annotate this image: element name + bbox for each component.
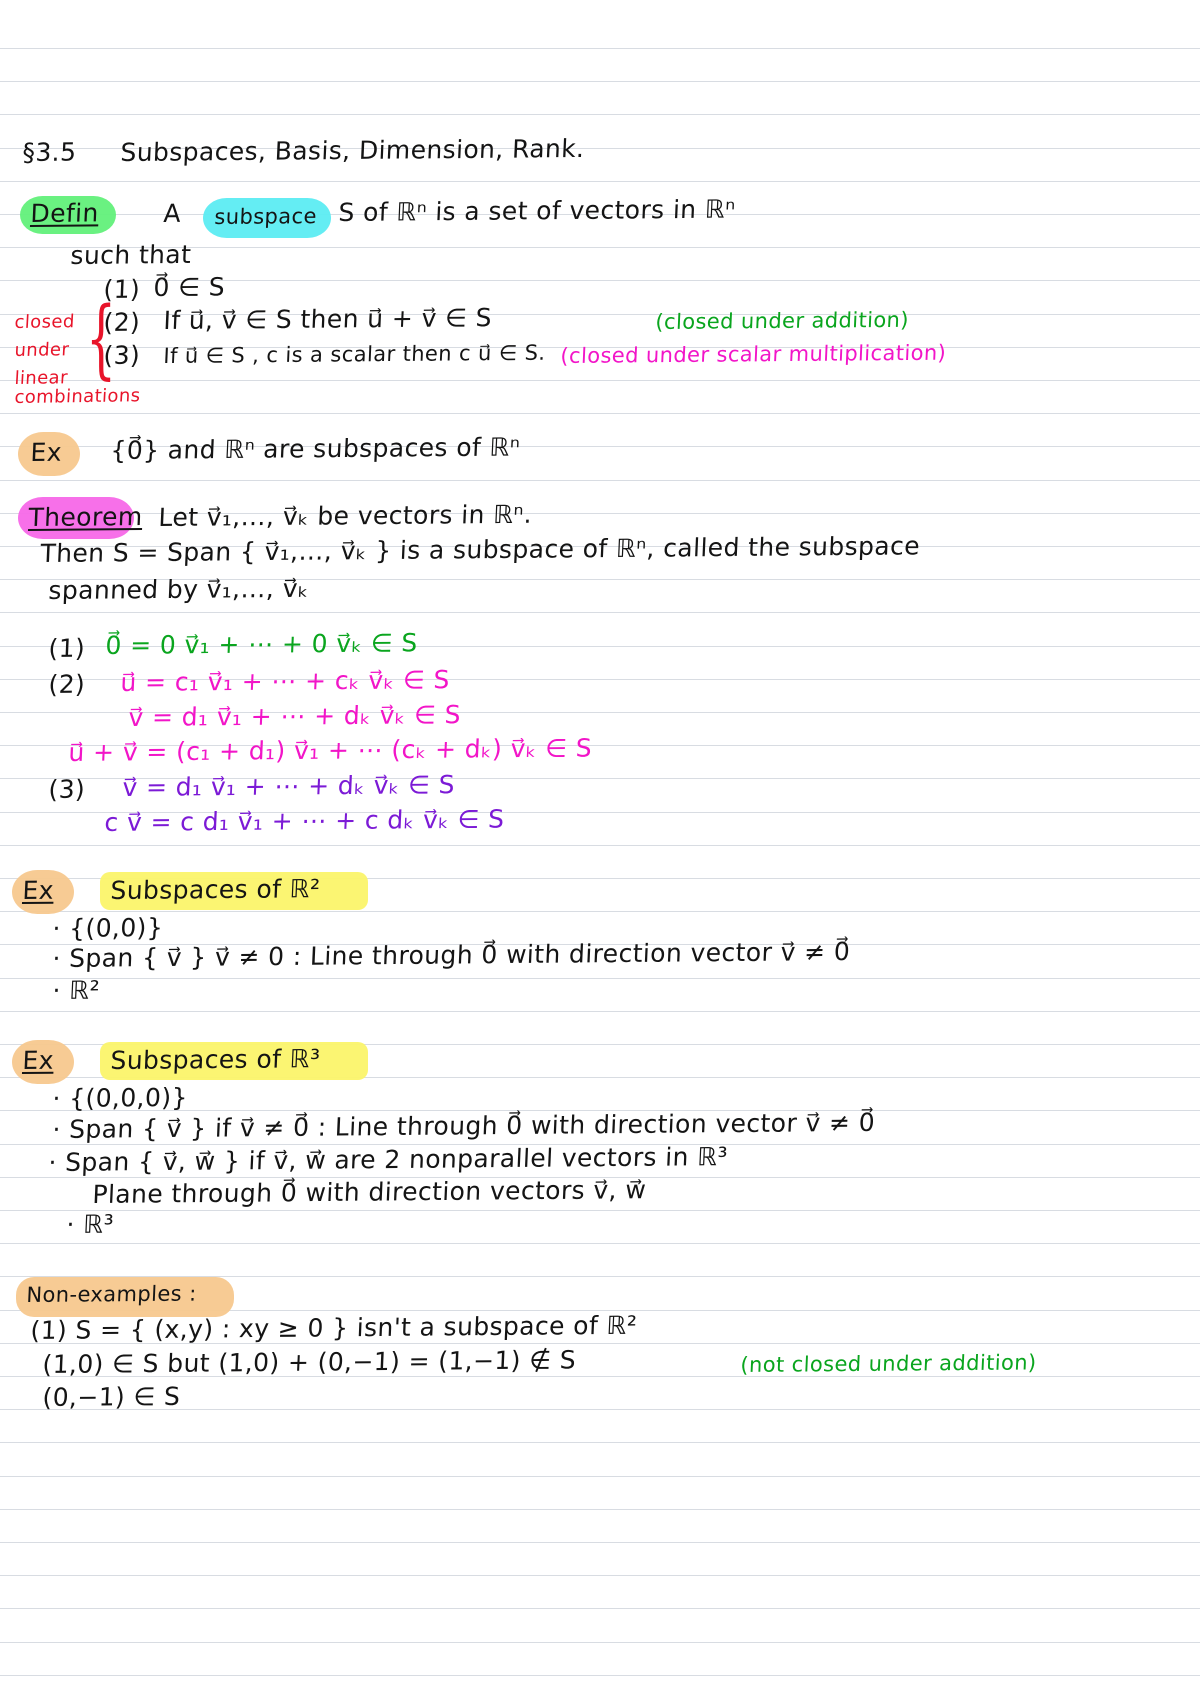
proof-2-number: (2) [47,669,86,700]
theorem-line3: spanned by v⃗₁,…, v⃗ₖ [47,573,310,606]
page-title: Subspaces, Basis, Dimension, Rank. [119,133,586,168]
bullet-dot: · [51,1083,70,1114]
rule-line [0,911,1200,912]
example-r3-label: Ex [21,1045,55,1076]
condition-2-text: If u⃗, v⃗ ∈ S then u⃗ + v⃗ ∈ S [162,303,493,336]
margin-note-line-2: under [13,339,70,362]
condition-3-text: If u⃗ ∈ S , c is a scalar then c u⃗ ∈ S. [162,340,546,369]
example-r3-bullet-4: Plane through 0⃗ with direction vectors … [91,1175,647,1210]
subspace-keyword: subspace [213,204,318,230]
non-examples-line-3: (0,−1) ∈ S [41,1381,181,1413]
proof-1-line-1: 0⃗ = 0 v⃗₁ + ⋯ + 0 v⃗ₖ ∈ S [104,628,419,661]
bullet-text: Span { v⃗ } v⃗ ≠ 0 : Line through 0⃗ wit… [68,937,851,973]
example-r2-bullet-3: · ℝ² [51,975,101,1006]
rule-line [0,1243,1200,1244]
example-r2-bullet-1: · {(0,0)} [51,913,164,944]
example-r3-heading: Subspaces of ℝ³ [109,1044,321,1076]
proof-3-line-2: c v⃗ = c d₁ v⃗₁ + ⋯ + c dₖ v⃗ₖ ∈ S [103,804,506,838]
bullet-text: {(0,0)} [68,913,164,943]
rule-line [0,1011,1200,1012]
bullet-dot: · [51,943,70,974]
rule-line [0,845,1200,846]
proof-3-number: (3) [47,774,86,805]
definition-line2: such that [69,239,192,271]
definition-line1-before: A [162,198,182,229]
rule-line [0,181,1200,182]
condition-2-note: (closed under addition) [654,307,910,335]
rule-line [0,413,1200,414]
example-r2-bullet-2: · Span { v⃗ } v⃗ ≠ 0 : Line through 0⃗ w… [51,937,851,974]
rule-line [0,1642,1200,1643]
rule-line [0,1409,1200,1410]
non-examples-label: Non-examples : [25,1281,198,1308]
definition-label: Defin [29,198,100,229]
non-examples-line-1: (1) S = { (x,y) : xy ≥ 0 } isn't a subsp… [29,1310,638,1346]
margin-note-line-1: closed [13,311,76,334]
rule-line [0,1675,1200,1676]
rule-line [0,1608,1200,1609]
bullet-dot: · [65,1209,84,1240]
condition-3-note: (closed under scalar multiplication) [559,340,947,369]
notebook-page: §3.5 Subspaces, Basis, Dimension, Rank. … [0,0,1200,1697]
example-r3-bullet-1: · {(0,0,0)} [51,1082,189,1114]
rule-line [0,48,1200,49]
theorem-line2: Then S = Span { v⃗₁,…, v⃗ₖ } is a subspa… [39,531,921,569]
rule-line [0,380,1200,381]
theorem-line1: Let v⃗₁,…, v⃗ₖ be vectors in ℝⁿ. [157,499,533,533]
condition-1-text: 0⃗ ∈ S [152,272,226,303]
bullet-dot: · [51,913,70,944]
bullet-dot: · [47,1147,66,1178]
non-examples-line-2: (1,0) ∈ S but (1,0) + (0,−1) = (1,−1) ∉ … [41,1345,577,1380]
bullet-text: {(0,0,0)} [68,1082,189,1113]
non-examples-annotation: (not closed under addition) [739,1350,1038,1378]
bullet-text: ℝ³ [82,1209,115,1239]
example-r3-bullet-2: · Span { v⃗ } if v⃗ ≠ 0⃗ : Line through … [51,1107,876,1145]
example-r2-heading: Subspaces of ℝ² [109,874,321,906]
proof-2-line-3: u⃗ + v⃗ = (c₁ + d₁) v⃗₁ + ⋯ (cₖ + dₖ) v⃗… [67,733,593,768]
section-number: §3.5 [21,137,78,168]
example-r3-bullet-5: · ℝ³ [65,1209,115,1240]
rule-line [0,1210,1200,1211]
rule-line [0,1509,1200,1510]
rule-line [0,81,1200,82]
example-trivial-label: Ex [29,437,63,468]
proof-2-line-1: u⃗ = c₁ v⃗₁ + ⋯ + cₖ v⃗ₖ ∈ S [119,665,451,698]
bullet-dot: · [51,1114,70,1145]
bullet-dot: · [51,975,70,1006]
rule-line [0,1575,1200,1576]
rule-line [0,1476,1200,1477]
proof-2-line-2: v⃗ = d₁ v⃗₁ + ⋯ + dₖ v⃗ₖ ∈ S [127,700,462,733]
rule-line [0,480,1200,481]
example-r3-bullet-3: · Span { v⃗, w⃗ } if v⃗, w⃗ are 2 nonpar… [47,1142,729,1178]
theorem-label: Theorem [27,501,144,533]
bullet-text: ℝ² [68,975,101,1005]
margin-note-line-3: linear [13,367,69,390]
definition-line1-after: S of ℝⁿ is a set of vectors in ℝⁿ [337,194,737,228]
bullet-text: Span { v⃗ } if v⃗ ≠ 0⃗ : Line through 0⃗… [68,1107,876,1144]
bullet-text: Span { v⃗, w⃗ } if v⃗, w⃗ are 2 nonparal… [64,1142,729,1177]
margin-note-line-4: combinations [13,385,142,409]
rule-line [0,1442,1200,1443]
rule-line [0,612,1200,613]
rule-line [0,978,1200,979]
rule-line [0,1542,1200,1543]
red-brace: { [86,289,117,389]
proof-3-line-1: v⃗ = d₁ v⃗₁ + ⋯ + dₖ v⃗ₖ ∈ S [121,770,456,803]
rule-line [0,114,1200,115]
example-trivial-text: {0⃗} and ℝⁿ are subspaces of ℝⁿ [109,432,521,466]
proof-1-number: (1) [47,633,86,664]
example-r2-label: Ex [21,875,55,906]
